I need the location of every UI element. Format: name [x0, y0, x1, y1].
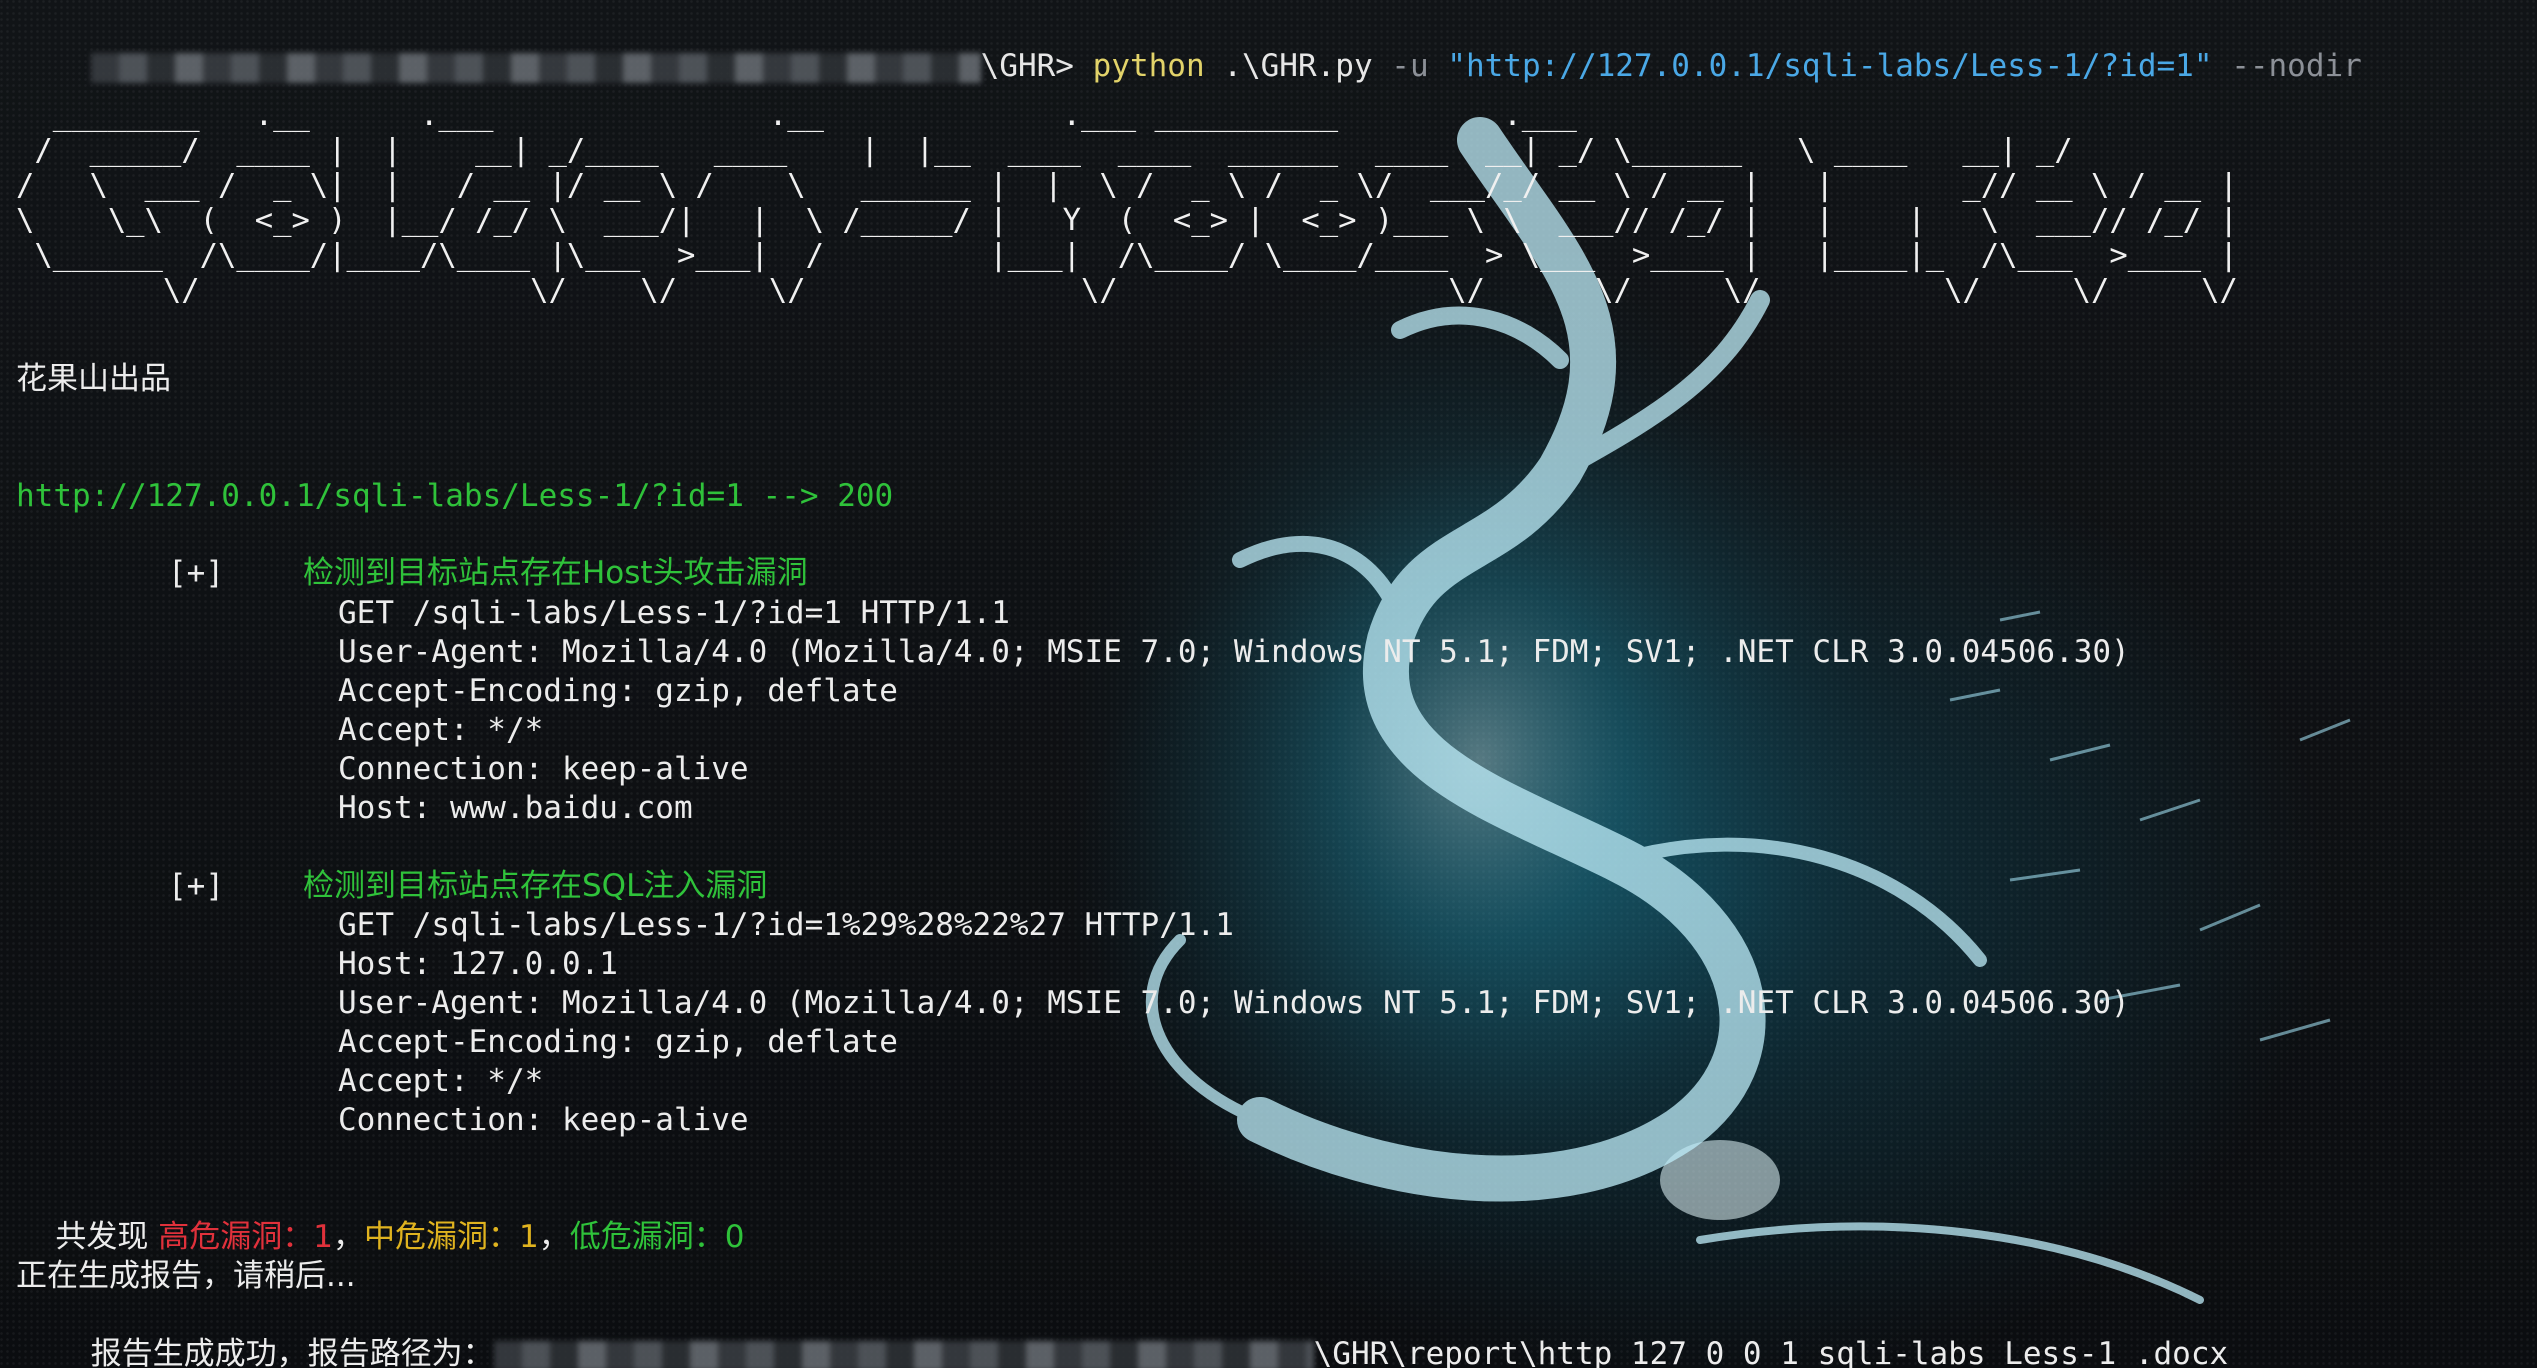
ascii-banner: ________ .__ .___ .__ .___ __________ ._…	[16, 98, 2238, 308]
finding-marker: [+]	[168, 868, 224, 904]
low-risk-count: 低危漏洞：0	[569, 1219, 745, 1255]
medium-risk-count: 中危漏洞：1	[364, 1219, 539, 1255]
request-line: Host: www.baidu.com	[338, 790, 693, 826]
request-line: Accept: */*	[338, 712, 544, 748]
finding-marker: [+]	[168, 555, 224, 591]
summary-prefix: 共发现	[55, 1219, 159, 1255]
request-line: GET /sqli-labs/Less-1/?id=1 HTTP/1.1	[338, 595, 1010, 631]
request-line: Accept-Encoding: gzip, deflate	[338, 1024, 898, 1060]
request-line: Accept: */*	[338, 1063, 544, 1099]
request-line: Host: 127.0.0.1	[338, 946, 618, 982]
finding-title: 检测到目标站点存在Host头攻击漏洞	[303, 555, 808, 591]
request-line: Connection: keep-alive	[338, 751, 749, 787]
command-script: .\GHR.py	[1223, 48, 1373, 84]
report-done-prefix: 报告生成成功，报告路径为：	[90, 1336, 494, 1368]
report-done-line: 报告生成成功，报告路径为： \GHR\report\http_127_0_0_1_…	[16, 1296, 2228, 1368]
request-line: User-Agent: Mozilla/4.0 (Mozilla/4.0; MS…	[338, 985, 2130, 1021]
report-generating-text: 正在生成报告，请稍后...	[16, 1258, 356, 1294]
high-risk-count: 高危漏洞：1	[158, 1219, 334, 1255]
redacted-path	[493, 1340, 1314, 1368]
command-program: python	[1092, 48, 1205, 84]
request-line: User-Agent: Mozilla/4.0 (Mozilla/4.0; MS…	[338, 634, 2130, 670]
prompt-suffix: \GHR>	[980, 48, 1074, 84]
summary-separator: ，	[333, 1219, 365, 1255]
terminal-window[interactable]: \GHR> python .\GHR.py -u "http://127.0.0…	[0, 0, 2537, 1368]
credit-text: 花果山出品	[16, 361, 171, 397]
request-line: Connection: keep-alive	[338, 1102, 749, 1138]
report-path: \GHR\report\http_127_0_0_1_sqli-labs_Les…	[1313, 1336, 2229, 1368]
request-line: GET /sqli-labs/Less-1/?id=1%29%28%22%27 …	[338, 907, 1234, 943]
finding-title: 检测到目标站点存在SQL注入漏洞	[303, 868, 768, 904]
summary-separator: ，	[538, 1219, 570, 1255]
command-flag-nodir: --nodir	[2231, 48, 2362, 84]
command-flag-u: -u	[1391, 48, 1429, 84]
request-line: Accept-Encoding: gzip, deflate	[338, 673, 898, 709]
redacted-path	[90, 52, 981, 83]
status-line: http://127.0.0.1/sqli-labs/Less-1/?id=1 …	[16, 478, 894, 514]
command-url: "http://127.0.0.1/sqli-labs/Less-1/?id=1…	[1447, 48, 2213, 84]
